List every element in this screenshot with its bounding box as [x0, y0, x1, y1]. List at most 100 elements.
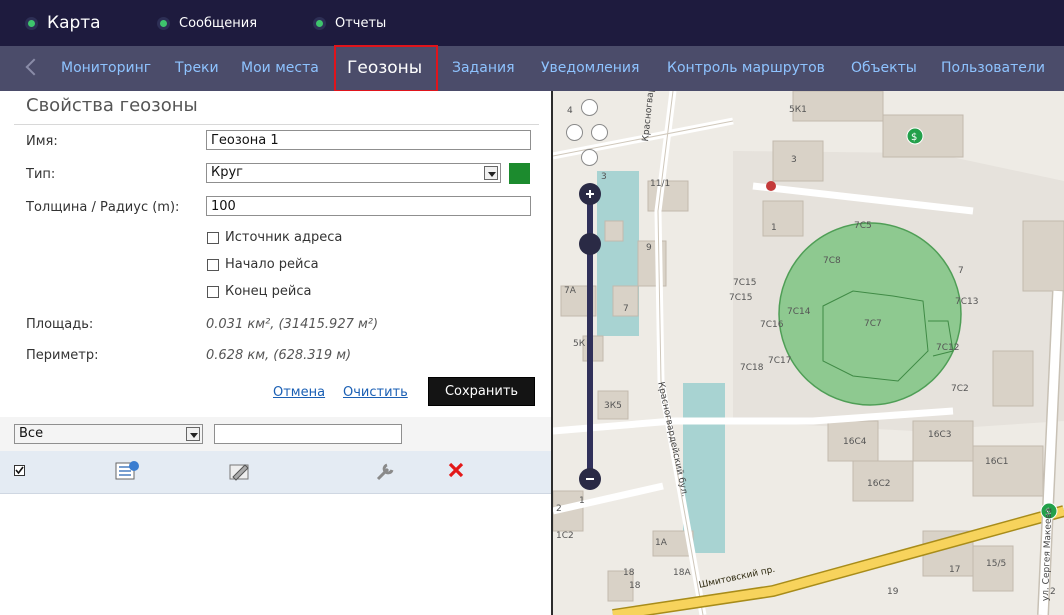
map-label: 4: [567, 106, 573, 116]
map-label: 16С1: [985, 457, 1009, 467]
map-label: 5К: [573, 339, 586, 349]
checkbox-end-label: Конец рейса: [225, 284, 312, 299]
checkbox-trip-start[interactable]: Начало рейса: [207, 257, 319, 272]
map-label: 11/1: [650, 179, 671, 189]
filter-bar: Все: [0, 417, 551, 451]
status-dot-icon: [160, 19, 167, 27]
map-label: 7А: [564, 286, 576, 296]
radius-label: Толщина / Радиус (m):: [26, 200, 180, 215]
map-label: 7: [623, 304, 629, 314]
geofence-list-toolbar: [0, 451, 551, 494]
map-label: 7С2: [951, 384, 969, 394]
map-label: 16С4: [843, 437, 867, 447]
map-label: 1: [771, 223, 777, 233]
perimeter-label: Периметр:: [26, 348, 99, 363]
tab-users[interactable]: Пользователи: [941, 46, 1045, 91]
geofence-edit-icon[interactable]: [227, 459, 253, 483]
tab-my-places[interactable]: Мои места: [241, 46, 319, 91]
map-canvas[interactable]: $ $: [553, 91, 1064, 615]
checkbox-trip-end[interactable]: Конец рейса: [207, 284, 311, 299]
area-label: Площадь:: [26, 317, 94, 332]
map-label: 1С2: [556, 531, 574, 541]
nav-bar: Мониторинг Треки Мои места Геозоны Задан…: [0, 46, 1064, 91]
tab-monitoring[interactable]: Мониторинг: [61, 46, 151, 91]
pan-left-icon[interactable]: [566, 124, 583, 141]
filter-search-input[interactable]: [214, 424, 402, 444]
map-label: 9: [646, 243, 652, 253]
color-swatch[interactable]: [509, 163, 530, 184]
tab-route-control[interactable]: Контроль маршрутов: [667, 46, 825, 91]
save-button[interactable]: Сохранить: [428, 377, 535, 406]
delete-x-icon[interactable]: [448, 462, 464, 478]
map-label: 7С13: [955, 297, 979, 307]
top-menu-reports-label: Отчеты: [335, 15, 387, 31]
active-tab-highlight: [334, 45, 438, 92]
type-select-value: Круг: [211, 165, 244, 180]
wrench-icon[interactable]: [373, 459, 397, 483]
name-input[interactable]: [206, 130, 531, 150]
map-label: 2: [556, 504, 562, 514]
status-dot-icon: [316, 19, 323, 27]
tab-tasks[interactable]: Задания: [452, 46, 515, 91]
checkbox-checked-icon[interactable]: [14, 465, 25, 476]
map-label: 7С7: [864, 319, 882, 329]
status-dot-icon: [28, 19, 35, 27]
top-menu-bar: Карта Сообщения Отчеты: [0, 0, 1064, 46]
filter-select-value: Все: [19, 426, 44, 441]
type-select[interactable]: Круг: [206, 163, 501, 183]
perimeter-value: 0.628 км, (628.319 м): [206, 348, 352, 363]
checkbox-icon[interactable]: [207, 285, 219, 298]
map-label: 7С16: [760, 320, 784, 330]
tab-objects[interactable]: Объекты: [851, 46, 917, 91]
map-label: 3: [601, 172, 607, 182]
checkbox-address-source[interactable]: Источник адреса: [207, 230, 342, 245]
map-label: 1А: [655, 538, 667, 548]
checkbox-address-label: Источник адреса: [225, 230, 343, 245]
map-label: 7С15: [729, 293, 753, 303]
top-menu-messages[interactable]: Сообщения: [160, 0, 257, 46]
map-label: 17: [949, 565, 961, 575]
map-label: 18: [629, 581, 641, 591]
top-menu-map-label: Карта: [47, 13, 101, 33]
map-label: 3К5: [604, 401, 622, 411]
map-label: 7: [958, 266, 964, 276]
tab-tracks[interactable]: Треки: [175, 46, 219, 91]
geofence-properties-icon[interactable]: [114, 459, 140, 483]
type-label: Тип:: [26, 167, 56, 182]
top-menu-messages-label: Сообщения: [179, 15, 258, 31]
checkbox-icon[interactable]: [207, 258, 219, 271]
checkbox-icon[interactable]: [207, 231, 219, 244]
map-label: 7С14: [787, 307, 811, 317]
back-chevron-icon[interactable]: [25, 58, 43, 76]
cancel-link[interactable]: Отмена: [273, 385, 325, 400]
map-view[interactable]: $ $ 5К 1 3 11/1 1 9 7С5 7С8 7 7С15 7С15 7…: [553, 91, 1064, 615]
tab-notifications[interactable]: Уведомления: [541, 46, 639, 91]
top-menu-map[interactable]: Карта: [28, 0, 101, 46]
map-label: 19: [887, 587, 899, 597]
radius-input[interactable]: [206, 196, 531, 216]
map-label: 3: [791, 155, 797, 165]
map-label: 1: [579, 496, 585, 506]
filter-select[interactable]: Все: [14, 424, 203, 444]
map-label: 7С17: [768, 356, 792, 366]
pan-right-icon[interactable]: [591, 124, 608, 141]
map-label: 7С8: [823, 256, 841, 266]
map-label: 7С12: [936, 343, 960, 353]
map-label: 15/5: [986, 559, 1007, 569]
top-menu-reports[interactable]: Отчеты: [316, 0, 386, 46]
clear-link[interactable]: Очистить: [343, 385, 408, 400]
map-label: 16С3: [928, 430, 952, 440]
map-label: 16С2: [867, 479, 891, 489]
panel-divider: [14, 124, 539, 125]
area-value: 0.031 км², (31415.927 м²): [206, 317, 379, 332]
name-label: Имя:: [26, 134, 58, 149]
dropdown-arrow-icon[interactable]: [186, 427, 200, 441]
dropdown-arrow-icon[interactable]: [484, 166, 498, 180]
map-label: 7С18: [740, 363, 764, 373]
pan-up-icon[interactable]: [581, 99, 598, 116]
map-label: 7С5: [854, 221, 872, 231]
panel-title: Свойства геозоны: [26, 95, 198, 116]
map-label: 18А: [673, 568, 691, 578]
map-label: 7С15: [733, 278, 757, 288]
pan-down-icon[interactable]: [581, 149, 598, 166]
